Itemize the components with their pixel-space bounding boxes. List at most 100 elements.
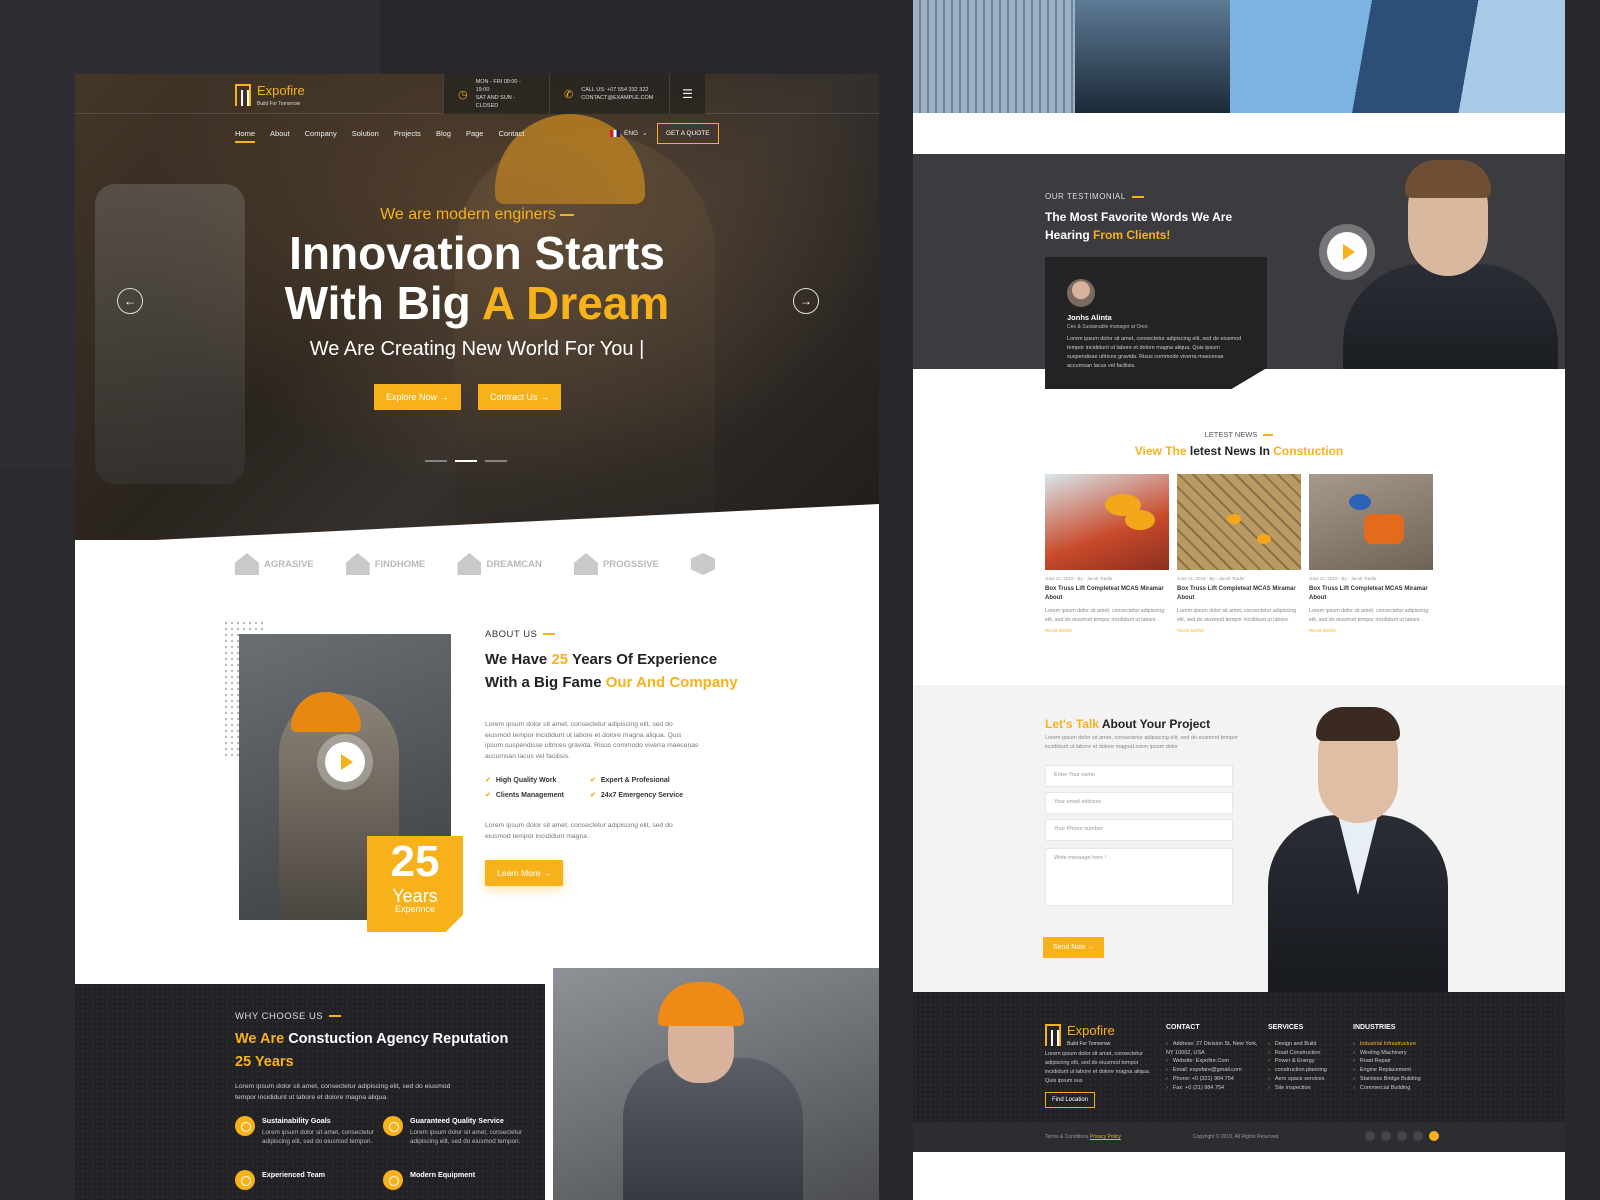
- why-heading: We Are Constuction Agency Reputation 25 …: [235, 1031, 509, 1070]
- nav-company[interactable]: Company: [305, 129, 337, 143]
- slider-prev-button[interactable]: ←: [117, 288, 143, 314]
- terms-link[interactable]: Terms & Conditions: [1045, 1134, 1088, 1140]
- message-field[interactable]: Write message here !: [1045, 848, 1233, 906]
- partner-logo: DREAMCAN: [457, 553, 542, 575]
- partner-logo: AGRASIVE: [235, 553, 314, 575]
- building-logo-icon: [1045, 1023, 1061, 1046]
- partner-logo: [691, 553, 715, 575]
- partner-logo: FINDHOME: [345, 553, 425, 575]
- footer-industries: INDUSTRIES Industrial InfrastructureWire…: [1353, 1024, 1453, 1092]
- social-links: [1365, 1131, 1439, 1141]
- top-bar: Expofire Build For Tomorrow ◷ MON - FRI …: [75, 74, 879, 114]
- team-icon: [235, 1170, 255, 1190]
- nav-blog[interactable]: Blog: [436, 129, 451, 143]
- worker-photo: [553, 968, 879, 1200]
- nav-about[interactable]: About: [270, 129, 290, 143]
- social-icon[interactable]: [1413, 1131, 1423, 1141]
- play-video-button[interactable]: [325, 742, 365, 782]
- arrow-left-icon: ←: [124, 294, 136, 308]
- news-kicker: LETEST NEWS: [913, 430, 1565, 439]
- logo-tagline: Build For Tomorrow: [257, 101, 301, 107]
- get-quote-button[interactable]: GET A QUOTE: [657, 123, 719, 144]
- phone-icon: ✆: [564, 88, 574, 101]
- read-more-link[interactable]: READ MORE: [1045, 628, 1169, 633]
- main-nav: Home About Company Solution Projects Blo…: [235, 129, 524, 143]
- background-block: [0, 470, 75, 1200]
- social-icon[interactable]: [1381, 1131, 1391, 1141]
- nav-solution[interactable]: Solution: [352, 129, 379, 143]
- partner-logo: PROGSSIVE: [573, 553, 659, 575]
- phone-field[interactable]: Your Phone number: [1045, 819, 1233, 841]
- about-paragraph-2: Lorem ipsum dolor sit amet, consectetur …: [485, 822, 673, 840]
- testimonial-play-button[interactable]: [1327, 232, 1367, 272]
- footer-contact: CONTACT Address: 27 Division St, New Yor…: [1166, 1024, 1264, 1092]
- social-icon[interactable]: [1429, 1131, 1439, 1141]
- footer-services: SERVICES Design and BuildRoad Constructi…: [1268, 1024, 1352, 1092]
- news-image: [1045, 474, 1169, 570]
- hero-title: Innovation Starts With Big A Dream: [284, 227, 670, 329]
- contact-heading: Let's Talk About Your Project: [1045, 717, 1211, 731]
- read-more-link[interactable]: READ MORE: [1309, 628, 1433, 633]
- news-card[interactable]: June 21, 2018 - By : Jacob Trader Box Tr…: [1045, 474, 1169, 633]
- home-page-preview: Expofire Build For Tomorrow ◷ MON - FRI …: [75, 74, 879, 1200]
- check-item: Expert & Profesional: [590, 776, 715, 784]
- name-field[interactable]: Enter Your name: [1045, 765, 1233, 787]
- slider-dot[interactable]: [485, 460, 507, 462]
- house-icon: [573, 553, 598, 575]
- contact-us-button[interactable]: Contract Us →: [478, 384, 562, 410]
- testimonial-name: Jonhs Alinta: [1067, 313, 1112, 322]
- hero-subtitle: We Are Creating New World For You |: [309, 338, 645, 360]
- explore-now-button[interactable]: Explore Now →: [374, 384, 461, 410]
- privacy-link[interactable]: Privacy Policy: [1090, 1134, 1121, 1140]
- businessman-image: [1258, 705, 1458, 992]
- feature-item: Sustainability Goals Lorem ipsum dolor si…: [235, 1116, 375, 1146]
- feature-item: Modern Equipment: [383, 1170, 523, 1190]
- hero-section: Expofire Build For Tomorrow ◷ MON - FRI …: [75, 74, 879, 540]
- uk-flag-icon: [610, 129, 620, 137]
- menu-button[interactable]: ☰: [669, 74, 705, 114]
- nav-contact[interactable]: Contact: [498, 129, 524, 143]
- nav-home[interactable]: Home: [235, 129, 256, 143]
- nav-projects[interactable]: Projects: [394, 129, 421, 143]
- footer-logo[interactable]: Expofire Build For Tomorrow: [1045, 1022, 1115, 1047]
- logo-text: Expofire: [257, 83, 305, 98]
- slider-dots: [425, 460, 507, 462]
- testimonial-person-image: [1333, 154, 1565, 369]
- testimonial-kicker: OUR TESTIMONIAL: [1045, 192, 1144, 201]
- send-now-button[interactable]: Send Now →: [1043, 937, 1105, 958]
- slider-next-button[interactable]: →: [793, 288, 819, 314]
- building-icon: [457, 553, 482, 575]
- learn-more-button[interactable]: Learn More →: [485, 860, 564, 886]
- contact-form-section: Let's Talk About Your Project Lorem ipsu…: [913, 685, 1565, 992]
- email-field[interactable]: Your email address: [1045, 792, 1233, 814]
- read-more-link[interactable]: READ MORE: [1177, 628, 1301, 633]
- language-selector[interactable]: ENG ⌄: [610, 129, 648, 137]
- check-item: Clients Management: [485, 791, 590, 799]
- nav-page[interactable]: Page: [466, 129, 484, 143]
- equipment-icon: [383, 1170, 403, 1190]
- why-choose-us-section: WHY CHOOSE US We Are Constuction Agency …: [75, 984, 545, 1200]
- experience-badge: 25 Years Experince: [367, 836, 463, 932]
- social-icon[interactable]: [1365, 1131, 1375, 1141]
- call-us: ✆ CALL US: +07 554 332 322 CONTACT@EXAMPL…: [549, 74, 669, 114]
- logo[interactable]: Expofire Build For Tomorrow: [235, 82, 305, 107]
- testimonial-heading: The Most Favorite Words We Are Hearing F…: [1045, 210, 1233, 242]
- testimonial-quote: Lorem ipsum dolor sit amet, consectetur …: [1067, 336, 1242, 369]
- house-icon: [235, 553, 259, 575]
- copyright: Copyright © 2019, All Rights Reserved: [1193, 1134, 1279, 1140]
- slider-dot[interactable]: [425, 460, 447, 462]
- contact-paragraph: Lorem ipsum dolor sit amet, consectetur …: [1045, 735, 1238, 750]
- news-image: [1309, 474, 1433, 570]
- about-kicker: ABOUT US: [485, 629, 555, 640]
- footer-bottom-bar: Terms & Conditions Privacy Policy Copyri…: [913, 1122, 1565, 1152]
- about-paragraph: Lorem ipsum dolor sit amet, consectetur …: [485, 721, 699, 760]
- feature-item: Guaranteed Quality Service Lorem ipsum do…: [383, 1116, 523, 1146]
- why-kicker: WHY CHOOSE US: [235, 1011, 341, 1022]
- slider-dot-active[interactable]: [455, 460, 477, 462]
- find-location-button[interactable]: Find Location: [1045, 1092, 1096, 1108]
- social-icon[interactable]: [1397, 1131, 1407, 1141]
- target-icon: [235, 1116, 255, 1136]
- hexagon-icon: [691, 553, 715, 575]
- news-card[interactable]: June 21, 2018 - By : Jacob Trader Box Tr…: [1309, 474, 1433, 633]
- news-card[interactable]: June 21, 2018 - By : Jacob Trader Box Tr…: [1177, 474, 1301, 633]
